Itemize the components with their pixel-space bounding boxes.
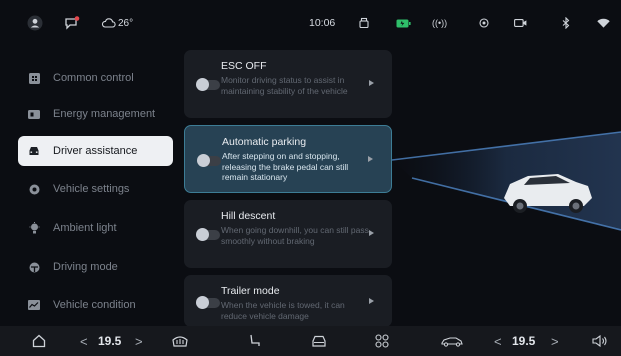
left-temp-decrease[interactable]: <	[80, 326, 88, 356]
sidebar-item-label: Vehicle settings	[53, 183, 130, 195]
apps-icon[interactable]	[375, 326, 389, 356]
car-icon[interactable]	[311, 326, 327, 356]
sidebar-item-label: Driving mode	[53, 261, 118, 273]
trailer-mode-toggle[interactable]	[196, 296, 220, 309]
setting-description: When the vehicle is towed, it can reduce…	[221, 300, 345, 321]
sidebar-item-common-control[interactable]: Common control	[18, 63, 173, 93]
chevron-right-icon[interactable]	[369, 80, 374, 86]
volume-icon[interactable]	[592, 326, 608, 356]
sidebar-item-energy-management[interactable]: Energy management	[18, 99, 173, 129]
cup-icon	[358, 14, 370, 32]
right-temp-increase[interactable]: >	[551, 326, 559, 356]
grid-icon	[28, 72, 40, 84]
home-icon[interactable]	[32, 326, 46, 356]
automatic-parking-toggle[interactable]	[197, 154, 221, 167]
setting-title: Hill descent	[221, 210, 276, 222]
setting-title: ESC OFF	[221, 60, 267, 72]
sidebar-item-label: Driver assistance	[53, 145, 138, 157]
sidebar-item-label: Common control	[53, 72, 134, 84]
rear-defrost-icon[interactable]	[172, 326, 188, 356]
setting-card-hill-descent[interactable]: Hill descent When going downhill, you ca…	[184, 200, 392, 268]
battery-icon	[28, 108, 40, 120]
car-front-icon	[28, 145, 40, 157]
weather-temperature: 26°	[118, 17, 134, 29]
setting-card-automatic-parking[interactable]: Automatic parking After stepping on and …	[184, 125, 392, 193]
status-bar: 26° 10:06 ((•))	[0, 0, 621, 46]
setting-card-esc-off[interactable]: ESC OFF Monitor driving status to assist…	[184, 50, 392, 118]
cloud-icon	[101, 18, 116, 28]
car-side-icon[interactable]	[441, 326, 463, 356]
message-badge-icon[interactable]	[64, 14, 80, 32]
bulb-icon	[28, 222, 40, 234]
chart-icon	[28, 299, 40, 311]
vehicle-illustration	[391, 120, 621, 250]
sidebar-item-driving-mode[interactable]: Driving mode	[18, 252, 173, 282]
sidebar-item-driver-assistance[interactable]: Driver assistance	[18, 136, 173, 166]
sidebar-item-label: Energy management	[53, 108, 156, 120]
clock-time: 10:06	[309, 17, 336, 29]
sidebar-item-label: Vehicle condition	[53, 299, 136, 311]
chevron-right-icon[interactable]	[369, 298, 374, 304]
camera-icon	[514, 14, 527, 32]
chevron-right-icon[interactable]	[368, 156, 373, 162]
bluetooth-icon	[562, 14, 570, 32]
battery-icon	[396, 14, 411, 32]
esc-off-toggle[interactable]	[196, 78, 220, 91]
left-temp-increase[interactable]: >	[135, 326, 143, 356]
hill-descent-toggle[interactable]	[196, 228, 220, 241]
sidebar-item-vehicle-condition[interactable]: Vehicle condition	[18, 290, 173, 320]
profile-icon[interactable]	[27, 14, 43, 32]
setting-card-trailer-mode[interactable]: Trailer mode When the vehicle is towed, …	[184, 275, 392, 327]
setting-description: When going downhill, you can still pass …	[221, 225, 369, 246]
sidebar-item-vehicle-settings[interactable]: Vehicle settings	[18, 174, 173, 204]
signal-wave-icon: ((•))	[432, 18, 448, 28]
gear-icon	[28, 183, 40, 195]
setting-description: After stepping on and stopping, releasin…	[222, 151, 349, 182]
sidebar-item-label: Ambient light	[53, 222, 117, 234]
setting-title: Trailer mode	[221, 285, 280, 297]
weather-widget: 26°	[101, 14, 133, 32]
chevron-right-icon[interactable]	[369, 230, 374, 236]
seat-icon[interactable]	[248, 326, 262, 356]
setting-title: Automatic parking	[222, 136, 307, 148]
sidebar-item-ambient-light[interactable]: Ambient light	[18, 213, 173, 243]
setting-description: Monitor driving status to assist in main…	[221, 75, 348, 96]
bottom-dock: < 19.5 > < 19.5 >	[0, 326, 621, 356]
right-temp-decrease[interactable]: <	[494, 326, 502, 356]
right-temperature: 19.5	[512, 334, 536, 348]
location-icon	[478, 14, 490, 32]
steering-icon	[28, 261, 40, 273]
wifi-icon	[597, 14, 610, 32]
left-temperature: 19.5	[98, 334, 122, 348]
clock: 10:06	[309, 14, 335, 32]
